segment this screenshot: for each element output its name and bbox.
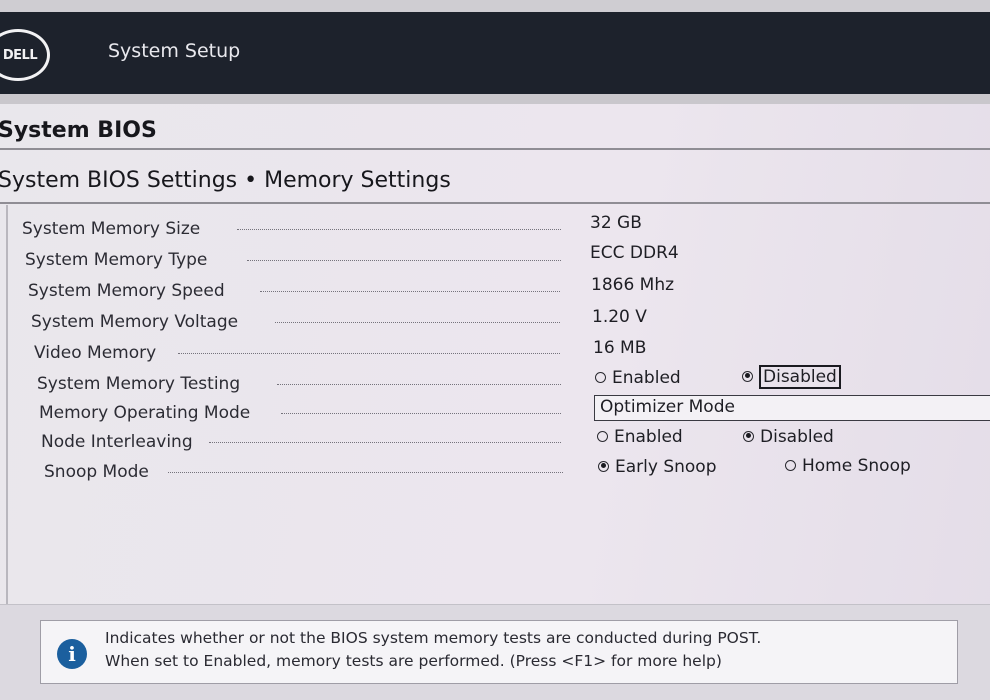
radio-selected-icon [742,370,753,382]
divider [0,202,990,204]
memory-testing-enabled-radio[interactable]: Enabled [595,368,681,388]
header-separator [0,94,990,104]
leader-dots [168,472,563,473]
node-interleaving-enabled-radio[interactable]: Enabled [597,427,683,447]
leader-dots [275,322,560,323]
setting-row-video-memory: Video Memory [34,339,566,367]
setting-label: Memory Operating Mode [39,403,251,423]
focused-option-label: Disabled [759,365,841,389]
leader-dots [178,353,560,354]
setting-row-memory-speed: System Memory Speed [28,277,566,305]
leader-dots [247,260,561,261]
info-icon: i [57,639,87,669]
panel-border [6,205,16,605]
radio-selected-icon [598,460,609,472]
setting-row-snoop-mode: Snoop Mode [44,458,569,486]
radio-unselected-icon [785,459,796,471]
dell-logo: DELL [0,29,50,81]
top-band [0,0,990,12]
memory-speed-value: 1866 Mhz [591,275,675,295]
header-bar: DELL System Setup [0,12,990,94]
bios-screen: DELL System Setup System BIOS System BIO… [0,0,990,700]
header-title: System Setup [108,40,241,62]
home-snoop-radio[interactable]: Home Snoop [785,456,911,476]
help-line: When set to Enabled, memory tests are pe… [105,652,722,670]
leader-dots [277,384,561,385]
setting-row-memory-size: System Memory Size [22,215,567,243]
help-line: Indicates whether or not the BIOS system… [105,629,762,647]
memory-type-value: ECC DDR4 [590,243,679,263]
help-text: Indicates whether or not the BIOS system… [105,627,761,673]
setting-row-operating-mode: Memory Operating Mode [39,399,567,427]
radio-selected-icon [743,430,754,442]
breadcrumb: System BIOS Settings • Memory Settings [0,168,451,193]
divider [0,148,990,150]
setting-label: System Memory Size [22,219,201,239]
setting-label: System Memory Testing [37,374,241,394]
early-snoop-radio[interactable]: Early Snoop [598,457,717,477]
setting-label: System Memory Speed [28,281,225,301]
setting-label: System Memory Voltage [31,312,239,332]
setting-label: Video Memory [34,343,157,363]
leader-dots [237,229,561,230]
setting-row-memory-type: System Memory Type [25,246,567,274]
leader-dots [209,442,561,443]
setting-label: System Memory Type [25,250,208,270]
help-box: i Indicates whether or not the BIOS syst… [40,620,958,684]
page-title: System BIOS [0,118,157,143]
memory-testing-disabled-radio[interactable]: Disabled [742,365,841,389]
video-memory-value: 16 MB [593,338,647,358]
leader-dots [260,291,560,292]
setting-row-memory-testing: System Memory Testing [37,370,567,398]
node-interleaving-disabled-radio[interactable]: Disabled [743,427,834,447]
operating-mode-select[interactable]: Optimizer Mode [594,395,990,421]
radio-unselected-icon [597,430,608,442]
setting-label: Snoop Mode [44,462,149,482]
setting-label: Node Interleaving [41,432,193,452]
radio-unselected-icon [595,371,606,383]
setting-row-memory-voltage: System Memory Voltage [31,308,566,336]
setting-row-node-interleaving: Node Interleaving [41,428,567,456]
memory-voltage-value: 1.20 V [592,307,647,327]
leader-dots [281,413,561,414]
memory-size-value: 32 GB [590,213,642,233]
